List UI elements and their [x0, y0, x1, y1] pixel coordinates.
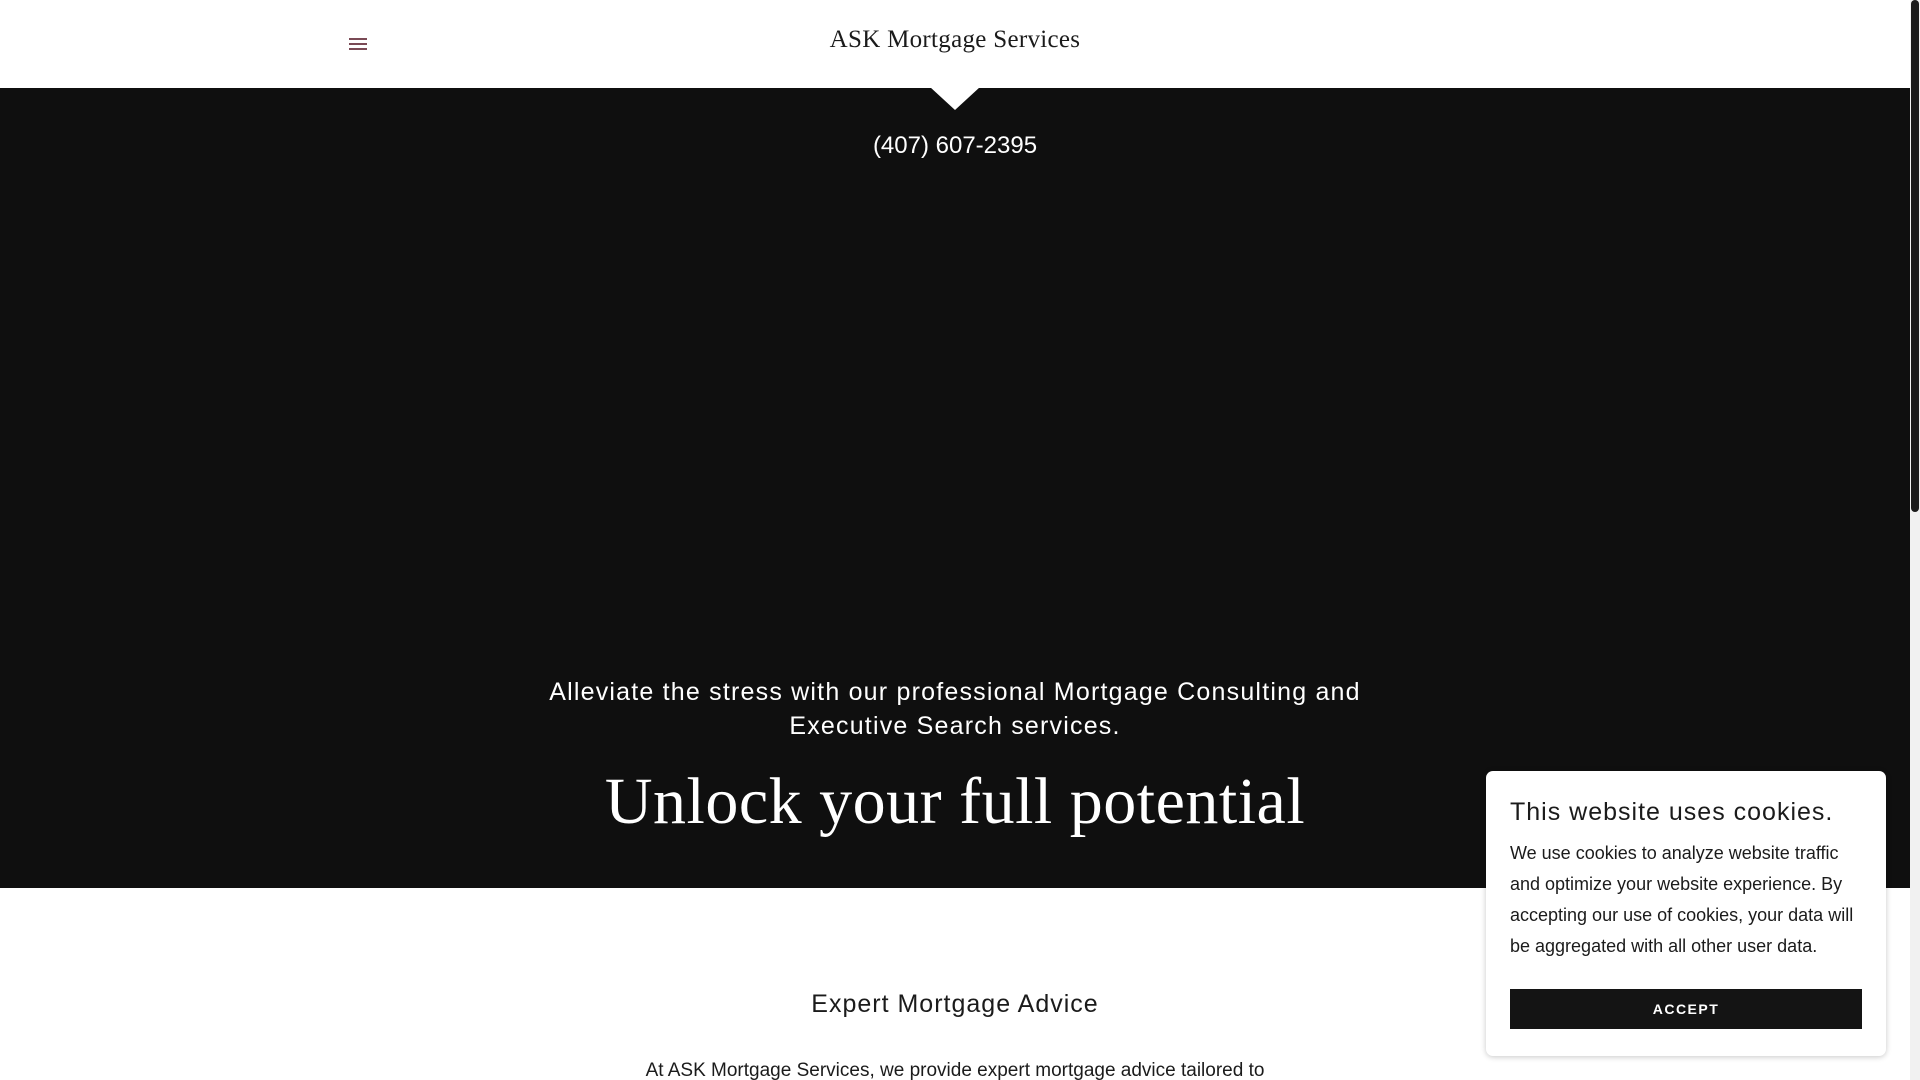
section-body-text: At ASK Mortgage Services, we provide exp…	[645, 1060, 1265, 1080]
phone-link[interactable]: (407) 607-2395	[0, 132, 1910, 160]
cookie-banner: This website uses cookies. We use cookie…	[1486, 771, 1886, 1056]
cookie-banner-text: We use cookies to analyze website traffi…	[1510, 843, 1854, 956]
hero-tagline: Alleviate the stress with our profession…	[549, 678, 1361, 740]
header-notch	[930, 87, 980, 110]
scrollbar-thumb[interactable]	[1911, 0, 1919, 512]
hero-section: (407) 607-2395 Alleviate the stress with…	[0, 88, 1910, 888]
site-header: ASK Mortgage Services	[0, 0, 1910, 88]
page-scrollbar[interactable]	[1910, 0, 1920, 1080]
site-title-link[interactable]: ASK Mortgage Services	[0, 26, 1910, 54]
accept-cookies-button[interactable]: ACCEPT	[1510, 989, 1862, 1029]
browser-viewport: ASK Mortgage Services (407) 607-2395 All…	[0, 0, 1920, 1080]
page: ASK Mortgage Services (407) 607-2395 All…	[0, 0, 1910, 1080]
cookie-banner-title: This website uses cookies.	[1510, 798, 1834, 826]
